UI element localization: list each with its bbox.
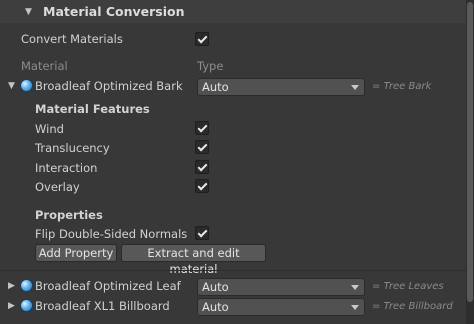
property-checkbox-flip-normals[interactable] <box>195 226 209 240</box>
fold-down-icon[interactable]: ▼ <box>25 8 32 17</box>
column-header-material: Material <box>21 59 68 73</box>
column-header-type: Type <box>197 59 224 73</box>
expand-arrow-icon[interactable]: ▶ <box>8 282 15 291</box>
material-type-dropdown[interactable]: Auto <box>197 278 365 296</box>
material-type-note: = Tree Bark <box>372 81 432 92</box>
section-title: Material Conversion <box>43 4 185 19</box>
material-name: Broadleaf Optimized Leaf <box>35 279 181 293</box>
properties-heading: Properties <box>35 208 103 222</box>
expand-arrow-icon[interactable]: ▶ <box>8 302 15 311</box>
dropdown-value: Auto <box>202 80 229 94</box>
convert-materials-checkbox[interactable] <box>195 32 209 46</box>
dropdown-value: Auto <box>202 280 229 294</box>
features-heading: Material Features <box>35 102 150 116</box>
material-sphere-icon <box>20 279 33 292</box>
material-name: Broadleaf Optimized Bark <box>35 79 183 93</box>
material-type-note: = Tree Billboard <box>372 301 453 312</box>
property-label-flip-normals: Flip Double-Sided Normals <box>35 227 188 241</box>
chevron-down-icon <box>351 85 359 90</box>
add-property-button[interactable]: Add Property <box>35 244 117 262</box>
feature-label-wind: Wind <box>35 122 64 136</box>
chevron-down-icon <box>351 305 359 310</box>
feature-checkbox-wind[interactable] <box>195 121 209 135</box>
extract-material-button[interactable]: Extract and edit material <box>121 244 266 276</box>
expand-arrow-icon[interactable]: ▼ <box>8 82 15 91</box>
convert-materials-label: Convert Materials <box>21 32 123 46</box>
material-type-dropdown[interactable]: Auto <box>197 298 365 316</box>
material-type-dropdown[interactable]: Auto <box>197 78 365 96</box>
feature-label-overlay: Overlay <box>35 180 80 194</box>
feature-label-translucency: Translucency <box>35 141 110 155</box>
chevron-down-icon <box>351 285 359 290</box>
feature-checkbox-interaction[interactable] <box>195 160 209 174</box>
feature-label-interaction: Interaction <box>35 161 98 175</box>
divider <box>0 270 466 271</box>
material-type-note: = Tree Leaves <box>372 281 444 292</box>
feature-checkbox-translucency[interactable] <box>195 140 209 154</box>
material-sphere-icon <box>20 299 33 312</box>
dropdown-value: Auto <box>202 300 229 314</box>
material-sphere-icon <box>20 79 33 92</box>
scrollbar-thumb[interactable] <box>467 2 473 302</box>
material-name: Broadleaf XL1 Billboard <box>35 299 170 313</box>
feature-checkbox-overlay[interactable] <box>195 179 209 193</box>
